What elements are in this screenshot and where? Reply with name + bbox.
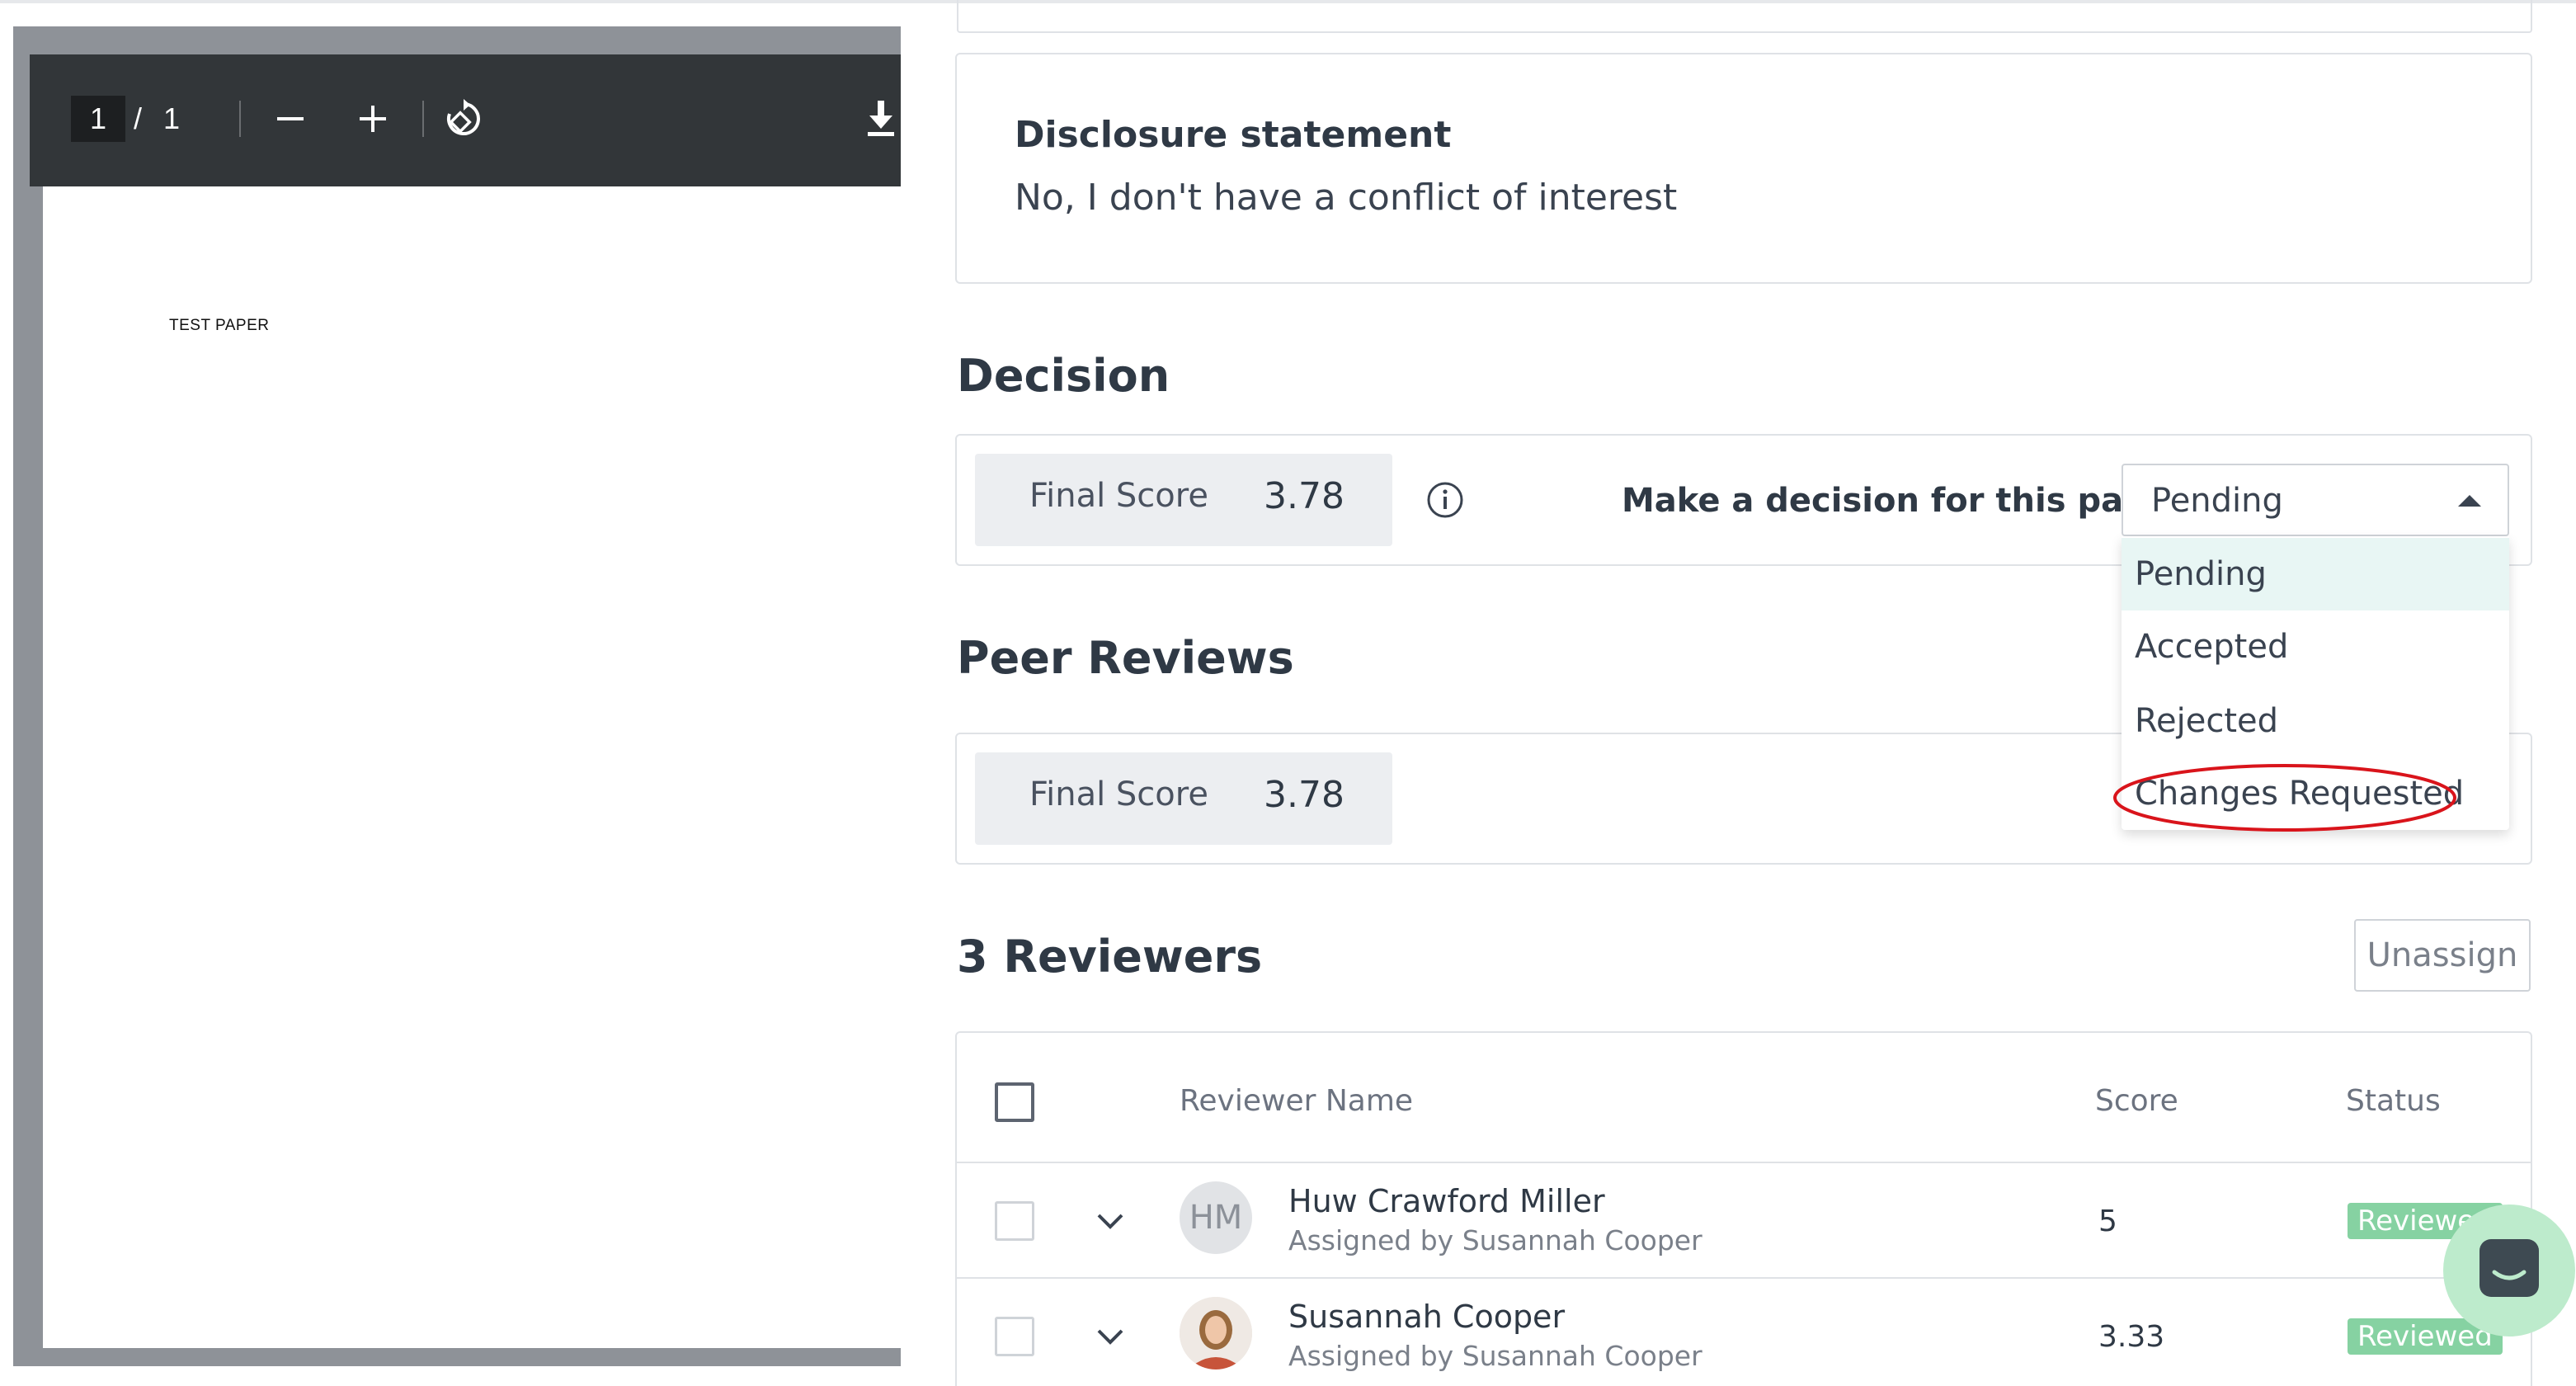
unassign-button[interactable]: Unassign	[2354, 919, 2531, 992]
option-accepted[interactable]: Accepted	[2122, 610, 2509, 683]
column-header-status[interactable]: Status	[2346, 1084, 2441, 1118]
reviewer-name[interactable]: Susannah Cooper	[1288, 1299, 1565, 1335]
avatar	[1180, 1297, 1252, 1370]
peer-final-score-value: 3.78	[1264, 774, 1345, 816]
option-pending[interactable]: Pending	[2122, 538, 2509, 610]
final-score-label: Final Score	[1029, 477, 1208, 515]
chevron-down-icon[interactable]	[1094, 1204, 1127, 1238]
table-header: Reviewer Name Score Status	[957, 1033, 2531, 1163]
reviewer-score: 5	[2098, 1204, 2117, 1238]
caret-up-icon	[2458, 495, 2481, 507]
chat-widget-button[interactable]	[2443, 1204, 2575, 1336]
chat-icon	[2479, 1239, 2539, 1297]
rotate-icon[interactable]	[437, 92, 490, 145]
page-separator: /	[134, 101, 143, 135]
reviewers-table: Reviewer Name Score Status HM Huw Crawfo…	[955, 1031, 2532, 1386]
page-number-input[interactable]: 1	[71, 96, 125, 142]
disclosure-title: Disclosure statement	[1015, 114, 1452, 156]
decision-select[interactable]: Pending	[2122, 464, 2509, 536]
assigned-by: Assigned by Susannah Cooper	[1288, 1224, 1702, 1256]
table-row: HM Huw Crawford Miller Assigned by Susan…	[957, 1163, 2531, 1279]
option-changes-requested[interactable]: Changes Requested	[2122, 757, 2509, 830]
column-header-name[interactable]: Reviewer Name	[1180, 1084, 1413, 1118]
zoom-out-icon[interactable]	[264, 92, 317, 145]
total-pages: 1	[163, 101, 181, 135]
decision-dropdown-menu: Pending Accepted Rejected Changes Reques…	[2122, 536, 2509, 830]
decision-select-value: Pending	[2151, 482, 2283, 520]
row-checkbox[interactable]	[995, 1317, 1034, 1356]
peer-final-score-box: Final Score 3.78	[975, 752, 1392, 845]
pdf-page-text: TEST PAPER	[169, 317, 270, 334]
row-checkbox[interactable]	[995, 1201, 1034, 1241]
zoom-in-icon[interactable]	[346, 92, 399, 145]
peer-reviews-heading: Peer Reviews	[957, 632, 1294, 684]
decision-prompt: Make a decision for this paper	[1622, 482, 2186, 520]
reviewer-score: 3.33	[2098, 1320, 2165, 1354]
chevron-down-icon[interactable]	[1094, 1320, 1127, 1353]
decision-heading: Decision	[957, 350, 1170, 402]
peer-final-score-label: Final Score	[1029, 776, 1208, 813]
toolbar-divider	[422, 101, 424, 137]
reviewer-name[interactable]: Huw Crawford Miller	[1288, 1183, 1605, 1219]
select-all-checkbox[interactable]	[995, 1082, 1034, 1122]
disclosure-text: No, I don't have a conflict of interest	[1015, 177, 1678, 219]
previous-card-edge	[957, 0, 2532, 33]
option-rejected[interactable]: Rejected	[2122, 685, 2509, 757]
toolbar-divider	[239, 101, 241, 137]
table-row: Susannah Cooper Assigned by Susannah Coo…	[957, 1279, 2531, 1386]
avatar: HM	[1180, 1181, 1252, 1254]
reviewers-heading: 3 Reviewers	[957, 931, 1263, 983]
info-icon[interactable]	[1425, 480, 1465, 520]
column-header-score[interactable]: Score	[2095, 1084, 2178, 1118]
final-score-box: Final Score 3.78	[975, 454, 1392, 546]
pdf-page	[43, 186, 901, 1348]
disclosure-card: Disclosure statement No, I don't have a …	[955, 53, 2532, 284]
download-icon[interactable]	[855, 92, 907, 145]
final-score-value: 3.78	[1264, 475, 1345, 517]
assigned-by: Assigned by Susannah Cooper	[1288, 1340, 1702, 1372]
